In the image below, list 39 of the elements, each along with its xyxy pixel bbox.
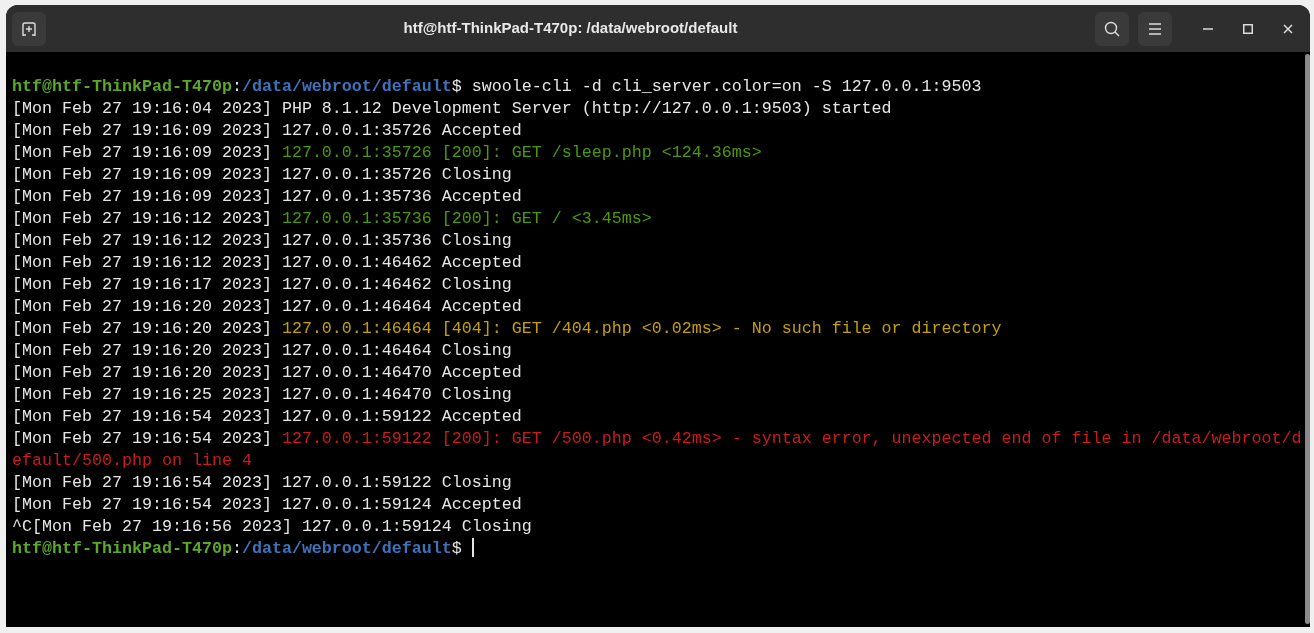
prompt-user-host: htf@htf-ThinkPad-T470p xyxy=(12,77,232,96)
log-line: [Mon Feb 27 19:16:09 2023] 127.0.0.1:35726 Closing xyxy=(11,164,513,186)
log-line: [Mon Feb 27 19:16:20 2023] 127.0.0.1:46464 Closing xyxy=(11,340,513,362)
log-line: [Mon Feb 27 19:16:20 2023] 127.0.0.1:46464 [404]: GET /404.php <0.02ms> - No such file or directory xyxy=(11,318,1003,340)
prompt-symbol: $ xyxy=(451,77,462,96)
log-line: [Mon Feb 27 19:16:54 2023] 127.0.0.1:59122 Accepted xyxy=(11,406,523,428)
log-line: [Mon Feb 27 19:16:20 2023] 127.0.0.1:46464 Accepted xyxy=(11,296,523,318)
minimize-icon xyxy=(1203,27,1213,30)
log-line: [Mon Feb 27 19:16:54 2023] 127.0.0.1:59122 [200]: GET /500.php <0.42ms> - syntax error, unexpected end of file in /data/webroot/default/500.php on line 4 xyxy=(11,428,1302,472)
prompt-separator: : xyxy=(231,77,242,96)
log-line: ^C[Mon Feb 27 19:16:56 2023] 127.0.0.1:59124 Closing xyxy=(11,516,533,538)
log-line: [Mon Feb 27 19:16:04 2023] PHP 8.1.12 Development Server (http://127.0.0.1:9503) started xyxy=(11,98,893,120)
prompt-path: /data/webroot/default xyxy=(241,539,452,558)
menu-button[interactable] xyxy=(1138,11,1172,46)
prompt-user-host: htf@htf-ThinkPad-T470p xyxy=(12,539,232,558)
log-line: [Mon Feb 27 19:16:12 2023] 127.0.0.1:35736 [200]: GET / <3.45ms> xyxy=(11,208,653,230)
maximize-icon xyxy=(1243,23,1253,34)
log-line: [Mon Feb 27 19:16:20 2023] 127.0.0.1:46470 Accepted xyxy=(11,362,523,384)
log-line: [Mon Feb 27 19:16:12 2023] 127.0.0.1:35736 Closing xyxy=(11,230,513,252)
prompt-separator: : xyxy=(231,539,242,558)
new-tab-icon xyxy=(21,20,37,37)
search-icon xyxy=(1104,20,1120,37)
log-line: [Mon Feb 27 19:16:25 2023] 127.0.0.1:46470 Closing xyxy=(11,384,513,406)
prompt-symbol: $ xyxy=(451,539,462,558)
close-icon xyxy=(1283,23,1293,34)
menu-icon xyxy=(1148,22,1162,35)
log-line: [Mon Feb 27 19:16:54 2023] 127.0.0.1:59122 Closing xyxy=(11,472,513,494)
log-line: [Mon Feb 27 19:16:09 2023] 127.0.0.1:35736 Accepted xyxy=(11,186,523,208)
scrollbar[interactable] xyxy=(1305,54,1310,624)
prompt-path: /data/webroot/default xyxy=(241,77,452,96)
search-button[interactable] xyxy=(1095,11,1129,46)
log-line: [Mon Feb 27 19:16:17 2023] 127.0.0.1:46462 Closing xyxy=(11,274,513,296)
log-line: [Mon Feb 27 19:16:54 2023] 127.0.0.1:59124 Accepted xyxy=(11,494,523,516)
log-line: [Mon Feb 27 19:16:09 2023] 127.0.0.1:35726 Accepted xyxy=(11,120,523,142)
command-text: swoole-cli -d cli_server.color=on -S 127.0.0.1:9503 xyxy=(470,77,982,96)
log-line: [Mon Feb 27 19:16:12 2023] 127.0.0.1:46462 Accepted xyxy=(11,252,523,274)
new-tab-button[interactable] xyxy=(12,11,46,46)
window-title: htf@htf-ThinkPad-T470p: /data/webroot/default xyxy=(402,18,739,39)
log-line: [Mon Feb 27 19:16:09 2023] 127.0.0.1:35726 [200]: GET /sleep.php <124.36ms> xyxy=(11,142,763,164)
